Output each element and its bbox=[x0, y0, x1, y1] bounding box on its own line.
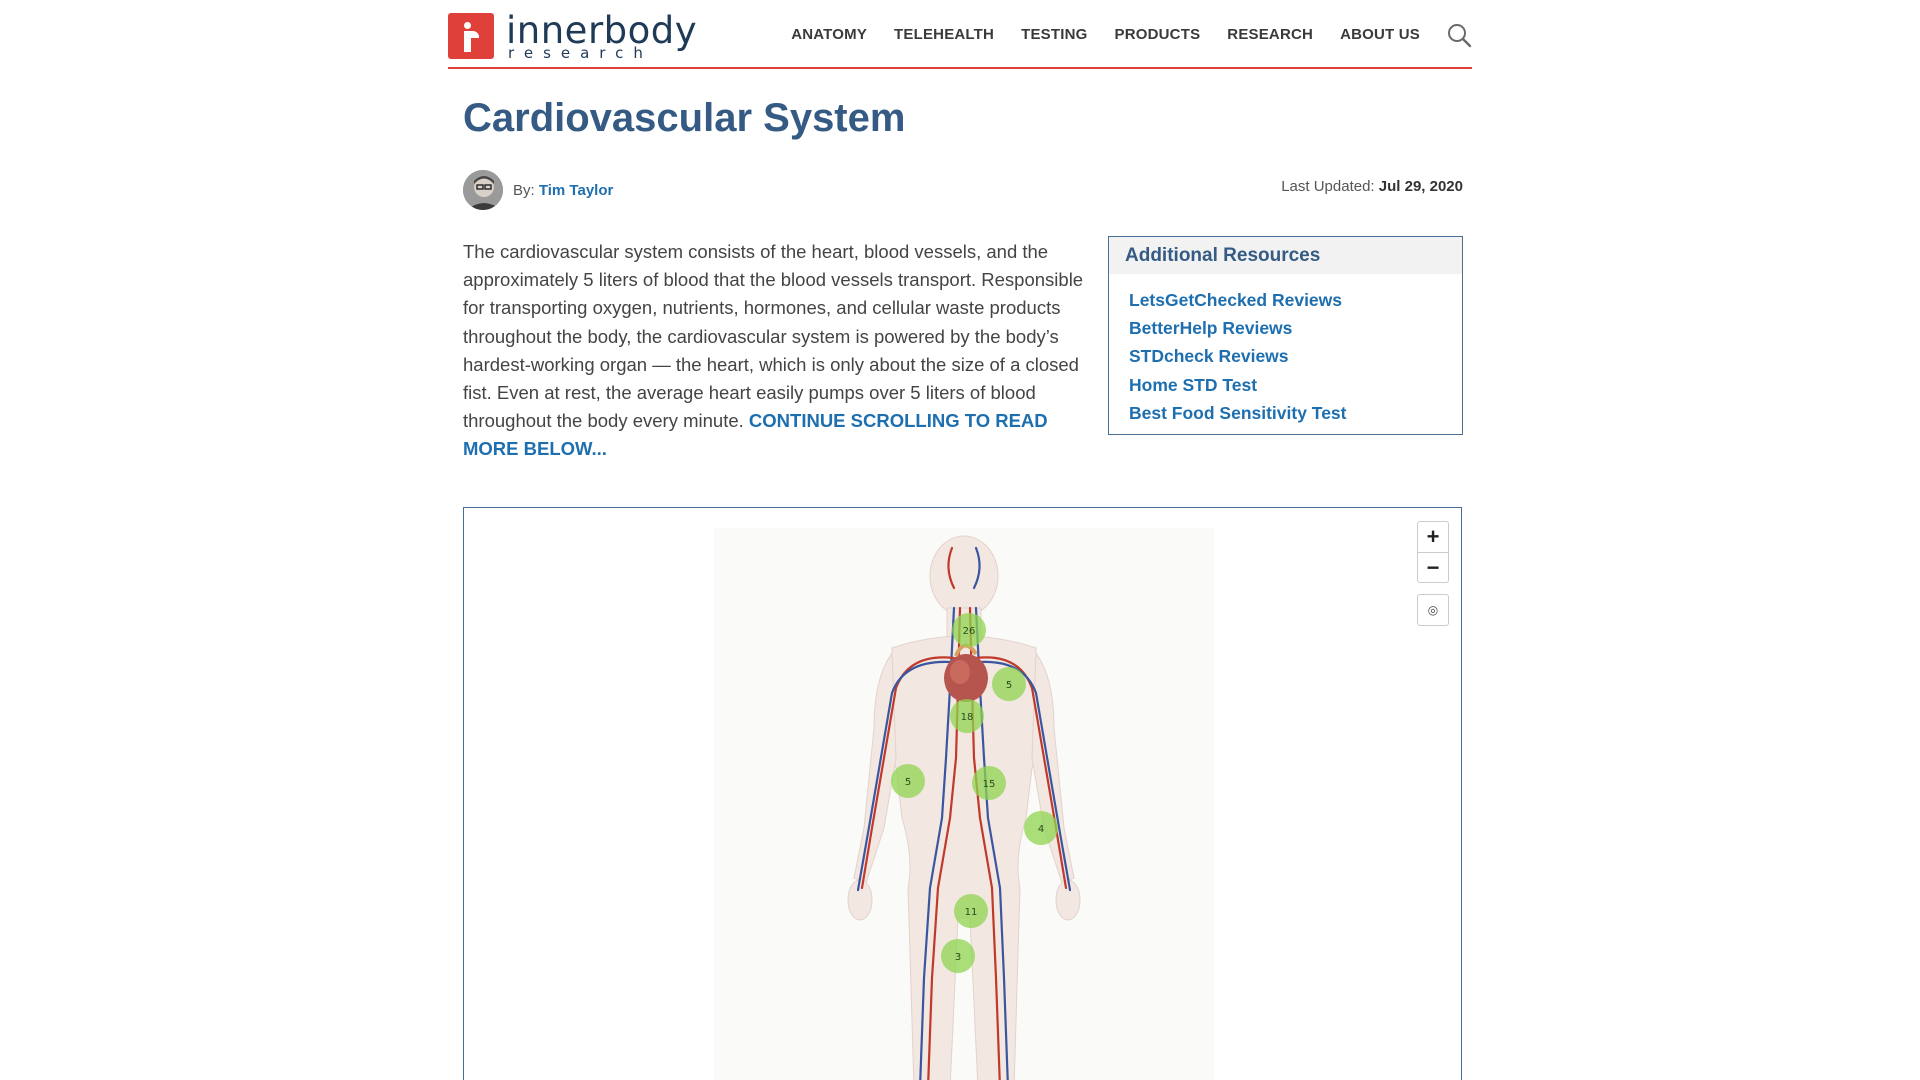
hotspot-marker[interactable]: 15 bbox=[972, 766, 1006, 800]
intro-text: The cardiovascular system consists of th… bbox=[463, 241, 1084, 432]
hotspot-count: 3 bbox=[955, 952, 961, 963]
hotspot-marker[interactable]: 5 bbox=[992, 667, 1026, 701]
resource-link-betterhelp[interactable]: BetterHelp Reviews bbox=[1129, 318, 1292, 338]
hotspot-count: 15 bbox=[983, 779, 996, 790]
page-title: Cardiovascular System bbox=[463, 96, 906, 140]
nav-testing[interactable]: TESTING bbox=[1021, 26, 1087, 43]
byline: By: Tim Taylor bbox=[513, 182, 613, 199]
body-illustration: 26 5 18 5 15 4 11 3 bbox=[847, 535, 1081, 1080]
hotspot-count: 26 bbox=[963, 626, 976, 637]
hotspot-marker[interactable]: 4 bbox=[1024, 811, 1058, 845]
zoom-controls: + − bbox=[1417, 521, 1449, 583]
nav-about-us[interactable]: ABOUT US bbox=[1340, 26, 1420, 43]
resource-link-home-std-test[interactable]: Home STD Test bbox=[1129, 375, 1257, 395]
logo-mark-icon bbox=[448, 13, 494, 59]
hotspot-count: 11 bbox=[965, 907, 978, 918]
zoom-in-button[interactable]: + bbox=[1418, 522, 1448, 552]
nav-products[interactable]: PRODUCTS bbox=[1115, 26, 1201, 43]
resource-link-stdcheck[interactable]: STDcheck Reviews bbox=[1129, 346, 1289, 366]
resource-link-letsgetchecked[interactable]: LetsGetChecked Reviews bbox=[1129, 290, 1342, 310]
by-label: By: bbox=[513, 181, 535, 199]
hotspot-marker[interactable]: 11 bbox=[954, 894, 988, 928]
additional-resources-box: Additional Resources LetsGetChecked Revi… bbox=[1108, 236, 1463, 435]
author-avatar bbox=[463, 170, 503, 210]
hotspot-count: 4 bbox=[1038, 824, 1044, 835]
nav-telehealth[interactable]: TELEHEALTH bbox=[894, 26, 994, 43]
logo-name: innerbody bbox=[506, 8, 698, 52]
reset-view-icon[interactable]: ◎ bbox=[1417, 594, 1449, 626]
zoom-out-button[interactable]: − bbox=[1418, 552, 1448, 582]
hotspot-count: 5 bbox=[905, 777, 911, 788]
author-link[interactable]: Tim Taylor bbox=[539, 182, 613, 199]
updated-label: Last Updated: bbox=[1281, 178, 1375, 195]
hotspot-marker[interactable]: 18 bbox=[950, 699, 984, 733]
search-icon[interactable] bbox=[1446, 22, 1472, 48]
hotspot-marker[interactable]: 3 bbox=[941, 939, 975, 973]
author-byline: By: Tim Taylor bbox=[463, 170, 613, 210]
viewer-stage: 26 5 18 5 15 4 11 3 bbox=[714, 528, 1214, 1080]
hotspot-count: 18 bbox=[961, 712, 974, 723]
main-nav: ANATOMY TELEHEALTH TESTING PRODUCTS RESE… bbox=[791, 26, 1420, 43]
site-logo[interactable]: innerbody research bbox=[448, 12, 728, 60]
last-updated: Last Updated: Jul 29, 2020 bbox=[1281, 178, 1463, 195]
hotspot-marker[interactable]: 5 bbox=[891, 764, 925, 798]
resource-link-food-sensitivity[interactable]: Best Food Sensitivity Test bbox=[1129, 403, 1347, 423]
anatomy-viewer[interactable]: 26 5 18 5 15 4 11 3 + − ◎ bbox=[463, 507, 1462, 1080]
hotspot-marker[interactable]: 26 bbox=[952, 613, 986, 647]
updated-date: Jul 29, 2020 bbox=[1378, 178, 1463, 195]
intro-paragraph: The cardiovascular system consists of th… bbox=[463, 238, 1085, 464]
site-header: innerbody research ANATOMY TELEHEALTH TE… bbox=[448, 0, 1472, 69]
nav-anatomy[interactable]: ANATOMY bbox=[791, 26, 867, 43]
nav-research[interactable]: RESEARCH bbox=[1227, 26, 1313, 43]
hotspot-count: 5 bbox=[1006, 680, 1012, 691]
logo-subtitle: research bbox=[508, 43, 653, 62]
resources-heading: Additional Resources bbox=[1109, 237, 1462, 274]
resources-list: LetsGetChecked Reviews BetterHelp Review… bbox=[1109, 274, 1462, 439]
